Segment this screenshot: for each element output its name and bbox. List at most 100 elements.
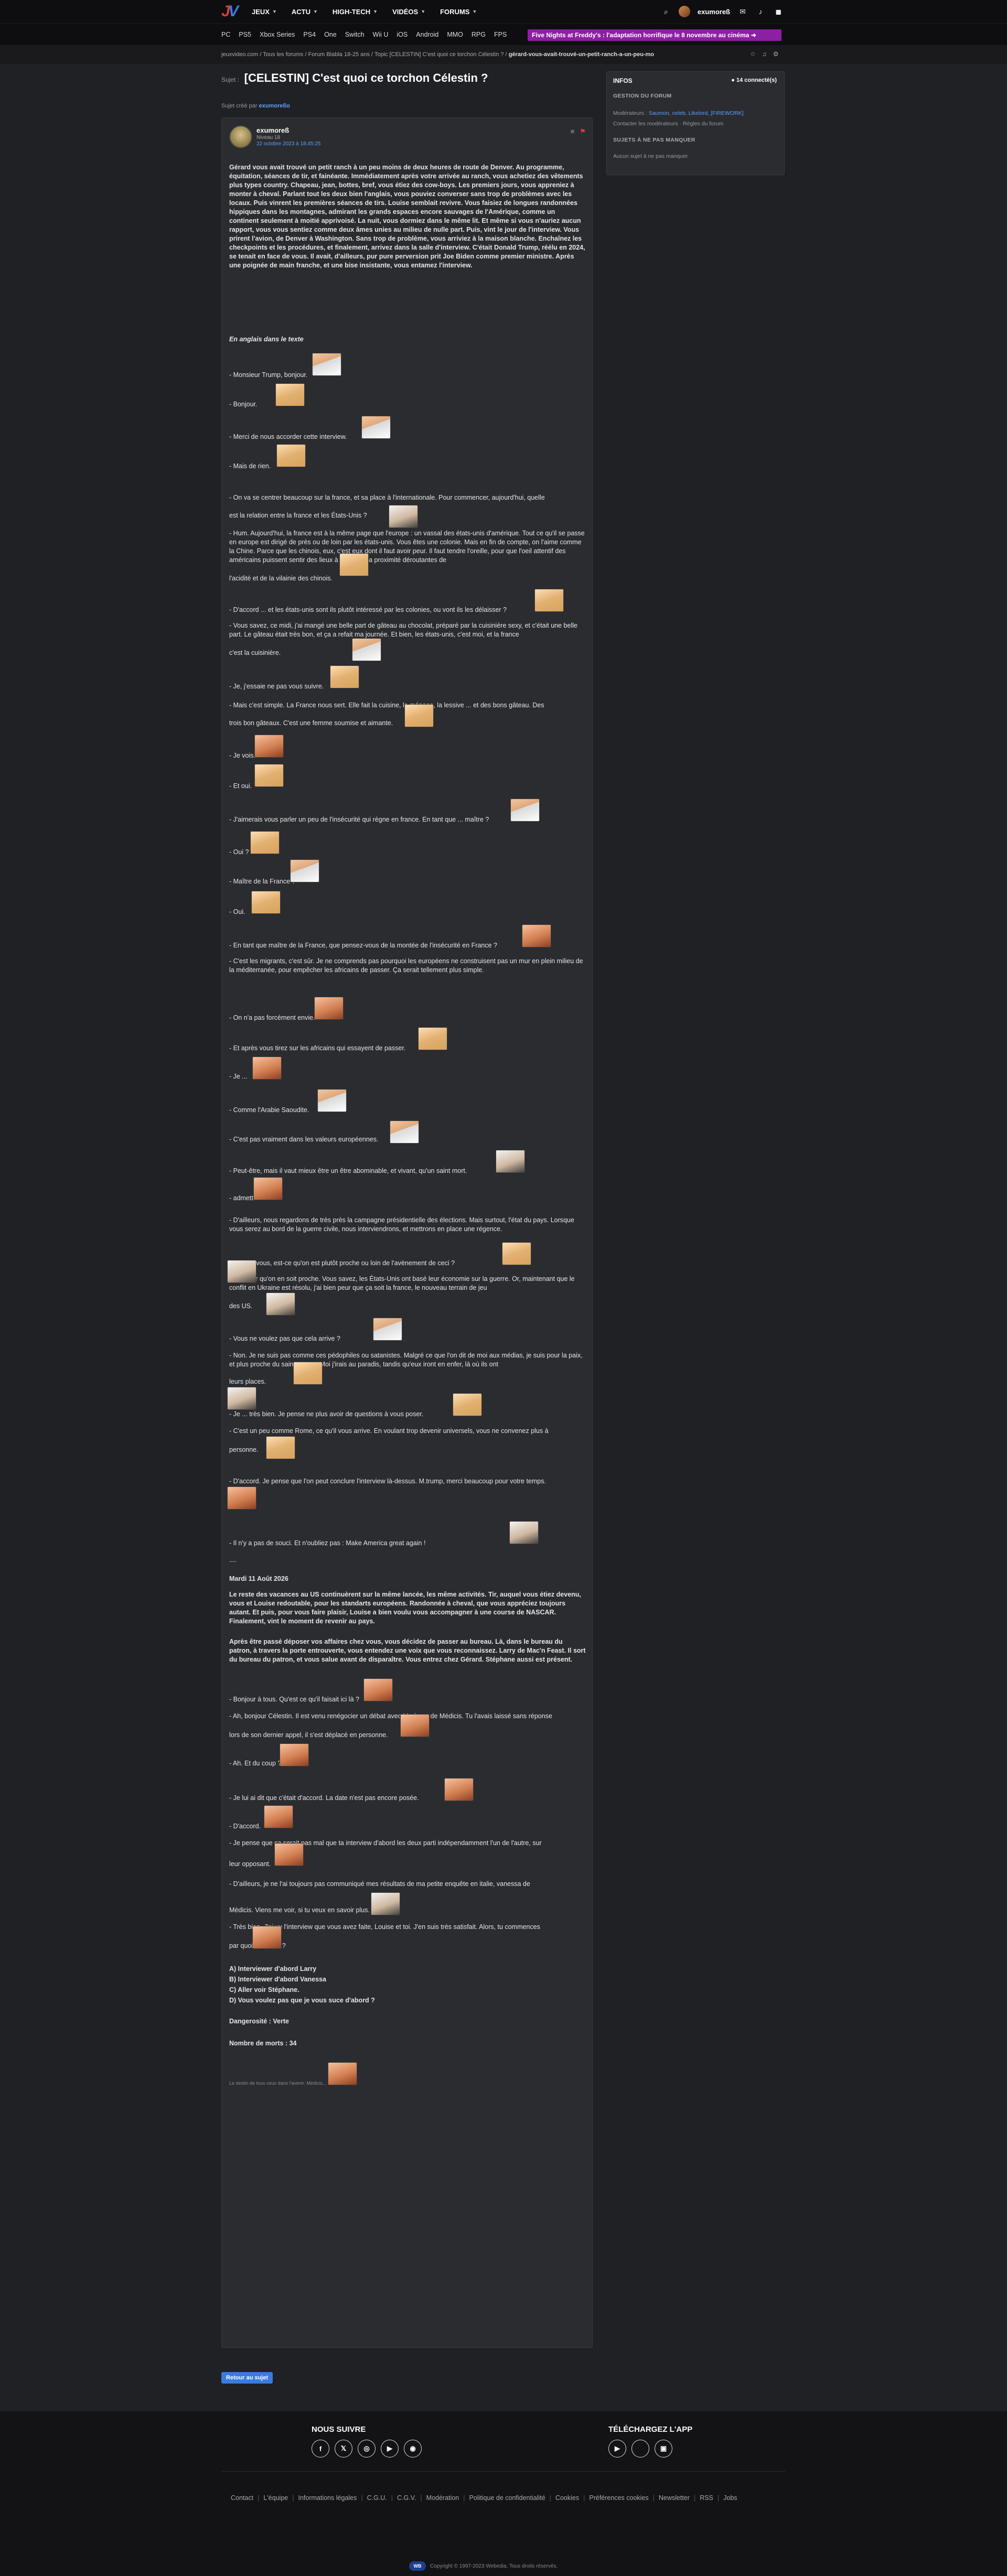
breadcrumb-bar: jeuxvideo.com / Tous les forums / Forum … bbox=[0, 45, 1007, 64]
choice-c: C) Aller voir Stéphane. bbox=[229, 1986, 299, 1993]
promo-banner[interactable]: Five Nights at Freddy's : l'adaptation h… bbox=[528, 29, 781, 41]
dialogue-line: - C'est les migrants, c'est sûr. Je ne c… bbox=[229, 957, 583, 974]
sticker-image bbox=[227, 1260, 256, 1283]
bell-icon[interactable]: ♪ bbox=[755, 6, 766, 17]
mail-icon[interactable]: ✉ bbox=[737, 6, 748, 17]
nav-actu[interactable]: ACTU ▼ bbox=[292, 8, 318, 16]
nav-videos[interactable]: VIDÉOS ▼ bbox=[392, 8, 425, 16]
follow-title: NOUS SUIVRE bbox=[312, 2425, 366, 2434]
sticker-image bbox=[314, 997, 344, 1020]
nav-forums[interactable]: FORUMS ▼ bbox=[440, 8, 477, 16]
dialogue-line: - Comme l'Arabie Saoudite. bbox=[229, 1106, 309, 1114]
alert-icon[interactable]: ⚑ bbox=[580, 127, 586, 136]
sujet-label: Sujet : bbox=[221, 76, 240, 83]
dialogue-line: - On n'a pas forcément envie. bbox=[229, 1014, 315, 1021]
platform-ps4[interactable]: PS4 bbox=[303, 31, 316, 38]
post-date[interactable]: 22 octobre 2023 à 18:45:25 bbox=[256, 141, 320, 147]
notification-icon[interactable]: ◼ bbox=[773, 6, 784, 17]
sticker-image bbox=[534, 589, 564, 612]
jv-logo[interactable]: J V bbox=[221, 3, 239, 20]
nav-label: JEUX bbox=[252, 7, 270, 16]
link-separator: | bbox=[292, 2494, 294, 2502]
user-avatar[interactable] bbox=[678, 6, 690, 17]
dialogue-line: c'est la cuisinière. bbox=[229, 649, 281, 656]
menu-icon[interactable]: ≡ bbox=[571, 127, 575, 136]
platform-ios[interactable]: iOS bbox=[397, 31, 408, 38]
facebook-icon[interactable]: f bbox=[312, 2440, 329, 2458]
link-separator: | bbox=[420, 2494, 422, 2502]
footer-link[interactable]: C.G.U. bbox=[367, 2494, 387, 2502]
footer-link[interactable]: Préférences cookies bbox=[589, 2494, 648, 2502]
moderators-label: Modérateurs : bbox=[613, 110, 647, 116]
footer-link[interactable]: Jobs bbox=[723, 2494, 737, 2502]
post-author[interactable]: exumoreß bbox=[256, 126, 289, 134]
breadcrumb-path[interactable]: jeuxvideo.com / Tous les forums / Forum … bbox=[221, 51, 507, 58]
footer-link[interactable]: Contact bbox=[231, 2494, 253, 2502]
dialogue-line: - J'ai peur qu'on en soit proche. Vous s… bbox=[229, 1275, 575, 1291]
sticker-image bbox=[400, 1714, 430, 1737]
link-separator: | bbox=[361, 2494, 363, 2502]
chevron-down-icon: ▼ bbox=[421, 9, 426, 14]
nav-label: HIGH-TECH bbox=[332, 7, 371, 16]
dialogue-line: - Oui. bbox=[229, 908, 245, 915]
microsoft-store-icon[interactable]: ▣ bbox=[655, 2440, 672, 2458]
platform-android[interactable]: Android bbox=[416, 31, 438, 38]
link-separator: | bbox=[549, 2494, 551, 2502]
platform-rpg[interactable]: RPG bbox=[472, 31, 486, 38]
sticker-image bbox=[252, 1057, 282, 1080]
breadcrumb[interactable]: jeuxvideo.com / Tous les forums / Forum … bbox=[221, 51, 654, 58]
dialogue-line: - Peut-être, mais il vaut mieux être un … bbox=[229, 1167, 467, 1174]
platform-xbox-series[interactable]: Xbox Series bbox=[260, 31, 295, 38]
footer-link[interactable]: Modération bbox=[426, 2494, 459, 2502]
dialogue-line: - Monsieur Trump, bonjour. bbox=[229, 371, 308, 379]
platform-mmo[interactable]: MMO bbox=[447, 31, 463, 38]
date-header: Mardi 11 Août 2026 bbox=[229, 1575, 288, 1582]
danger-level: Dangerosité : Verte bbox=[229, 2018, 289, 2025]
platform-switch[interactable]: Switch bbox=[345, 31, 365, 38]
search-icon[interactable]: ⌕ bbox=[661, 6, 671, 17]
user-zone: ⌕ exumoreß ✉ ♪ ◼ bbox=[661, 0, 784, 23]
app-store-links: ▶ ▣ bbox=[608, 2440, 672, 2458]
star-icon[interactable]: ☆ bbox=[750, 50, 756, 58]
apple-icon[interactable] bbox=[631, 2440, 649, 2458]
instagram-icon[interactable]: ◎ bbox=[358, 2440, 376, 2458]
creator-link[interactable]: exumoreßo bbox=[259, 103, 290, 109]
username[interactable]: exumoreß bbox=[698, 8, 730, 16]
post-actions: ≡ ⚑ bbox=[571, 127, 586, 136]
x-icon[interactable]: 𝕏 bbox=[335, 2440, 352, 2458]
rss-icon[interactable]: ◉ bbox=[404, 2440, 422, 2458]
sticker-image bbox=[352, 638, 381, 661]
back-to-topic-button[interactable]: Retour au sujet bbox=[221, 2372, 273, 2384]
sticker-image bbox=[330, 665, 359, 688]
platform-pc[interactable]: PC bbox=[221, 31, 230, 38]
footer-link[interactable]: Politique de confidentialité bbox=[469, 2494, 545, 2502]
no-topics-text: Aucun sujet à ne pas manquer bbox=[613, 153, 688, 159]
link-separator: | bbox=[693, 2494, 696, 2502]
nav-jeux[interactable]: JEUX ▼ bbox=[252, 8, 277, 16]
moderators-list[interactable]: Saumon, celeb, Likelord, [FIREWORK] bbox=[649, 110, 744, 116]
bell-icon[interactable]: ♫ bbox=[762, 50, 767, 58]
platform-ps5[interactable]: PS5 bbox=[239, 31, 251, 38]
footer-link[interactable]: Informations légales bbox=[298, 2494, 357, 2502]
post-header: exumoreß Niveau 18 22 octobre 2023 à 18:… bbox=[229, 125, 586, 153]
download-title: TÉLÉCHARGEZ L'APP bbox=[608, 2425, 693, 2434]
chevron-down-icon: ▼ bbox=[272, 9, 277, 14]
footer-link[interactable]: RSS bbox=[700, 2494, 713, 2502]
platform-one[interactable]: One bbox=[324, 31, 337, 38]
dialogue-line: par quoi, Célestin ? bbox=[229, 1942, 286, 1949]
platform-fps[interactable]: FPS bbox=[494, 31, 507, 38]
nav-high-tech[interactable]: HIGH-TECH ▼ bbox=[333, 8, 378, 16]
footer-link[interactable]: Cookies bbox=[555, 2494, 579, 2502]
sidebar-title: INFOS bbox=[613, 77, 633, 84]
contact-moderators-link[interactable]: Contacter les modérateurs · Règles du fo… bbox=[613, 120, 776, 127]
footer-link[interactable]: Newsletter bbox=[659, 2494, 690, 2502]
google-play-icon[interactable]: ▶ bbox=[608, 2440, 626, 2458]
avatar[interactable] bbox=[229, 125, 252, 148]
footer-link[interactable]: C.G.V. bbox=[397, 2494, 416, 2502]
topic-creator: Sujet créé par exumoreßo bbox=[221, 103, 290, 109]
connected-text: 14 connecté(s) bbox=[736, 77, 777, 83]
gear-icon[interactable]: ⚙ bbox=[773, 50, 779, 58]
footer-link[interactable]: L'équipe bbox=[263, 2494, 288, 2502]
youtube-icon[interactable]: ▶ bbox=[381, 2440, 399, 2458]
platform-wii-u[interactable]: Wii U bbox=[373, 31, 389, 38]
